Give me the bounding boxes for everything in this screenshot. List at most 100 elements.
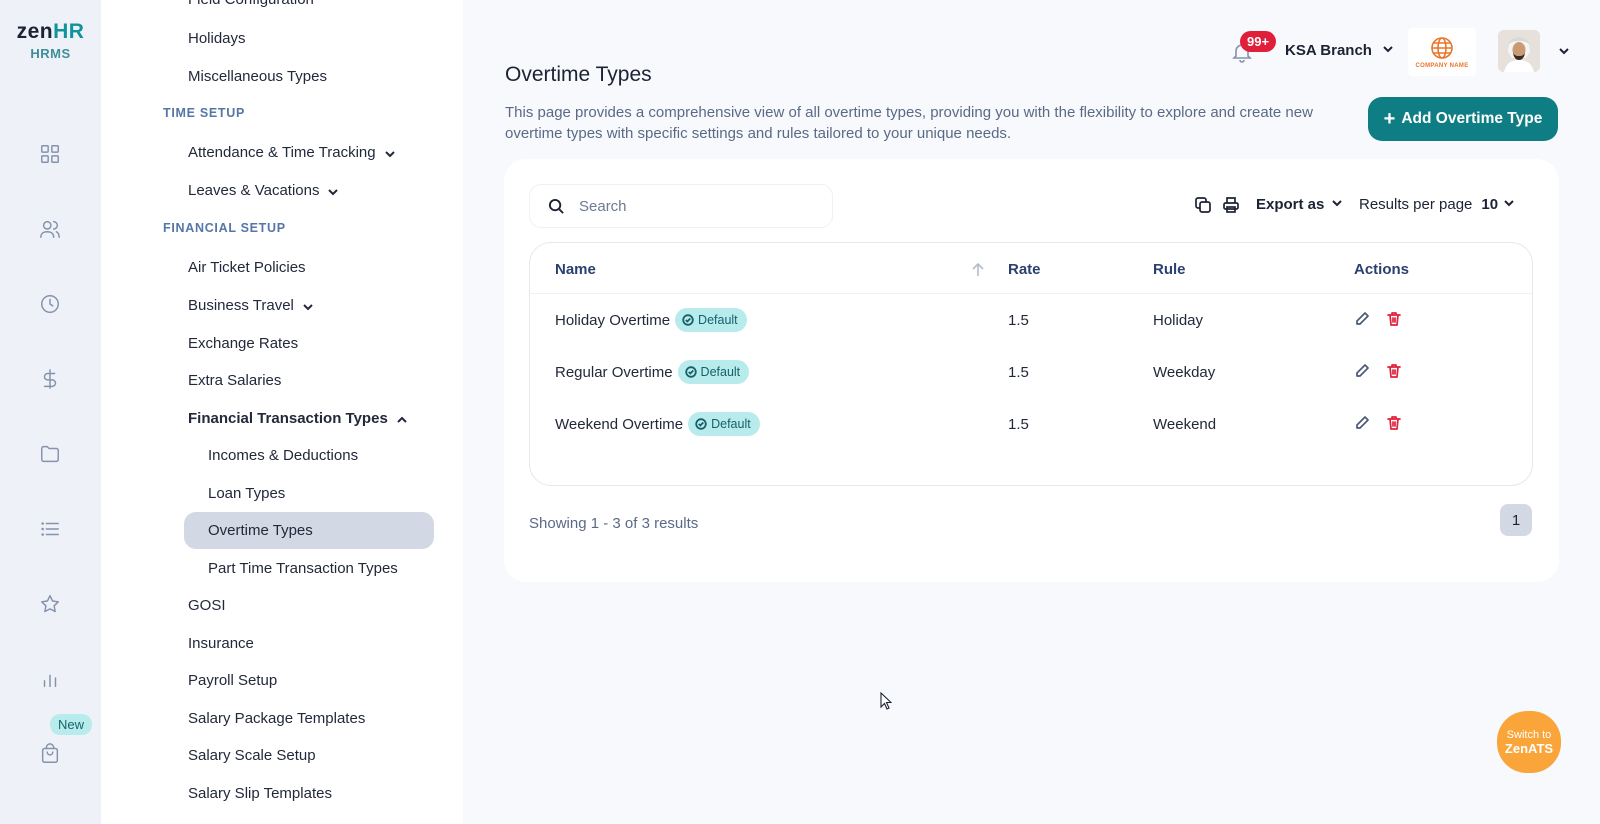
notification-badge: 99+: [1240, 31, 1277, 52]
column-header-rule: Rule: [1153, 261, 1186, 278]
edit-icon[interactable]: [1354, 415, 1372, 433]
dollar-icon[interactable]: [38, 367, 62, 391]
avatar[interactable]: [1498, 30, 1540, 72]
default-badge: Default: [677, 360, 750, 384]
menu-item-salary-slip-templates[interactable]: Salary Slip Templates: [188, 785, 332, 802]
branch-selector[interactable]: KSA Branch: [1285, 42, 1394, 59]
company-name-text: COMPANY NAME: [1415, 63, 1469, 69]
menu-item-salary-scale-setup[interactable]: Salary Scale Setup: [188, 747, 316, 764]
page-description: This page provides a comprehensive view …: [505, 104, 1313, 142]
company-logo: COMPANY NAME: [1408, 28, 1476, 76]
menu-item-insurance[interactable]: Insurance: [188, 635, 254, 652]
menu-item-financial-transaction-types[interactable]: Financial Transaction Types: [188, 410, 408, 427]
menu-item-exchange-rates[interactable]: Exchange Rates: [188, 335, 298, 352]
export-dropdown[interactable]: Export as: [1256, 196, 1343, 213]
print-icon[interactable]: [1222, 196, 1242, 216]
cell-name: Regular Overtime Default: [555, 346, 750, 398]
search-input[interactable]: [579, 197, 799, 215]
copy-icon[interactable]: [1194, 196, 1214, 216]
search-icon: [548, 198, 564, 214]
table-row: Weekend Overtime Default 1.5 Weekend: [530, 398, 1532, 450]
switch-line-2: ZenATS: [1504, 740, 1554, 756]
chevron-down-icon: [327, 185, 339, 197]
add-button-label: Add Overtime Type: [1401, 110, 1543, 127]
delete-icon[interactable]: [1386, 363, 1404, 381]
check-circle-icon: [682, 314, 694, 326]
cell-rate: 1.5: [1008, 363, 1029, 381]
pagination-page-button[interactable]: 1: [1500, 504, 1532, 536]
new-badge: New: [50, 714, 93, 735]
default-badge: Default: [675, 308, 747, 332]
user-photo: [1498, 30, 1540, 72]
shopping-bag-icon[interactable]: [38, 742, 62, 766]
section-title-time-setup: TIME SETUP: [163, 106, 246, 120]
menu-item-payroll-setup[interactable]: Payroll Setup: [188, 672, 277, 689]
chevron-down-icon: [302, 300, 314, 312]
mouse-cursor-icon: [880, 691, 893, 710]
chevron-down-icon: [1503, 196, 1515, 213]
cell-name: Holiday Overtime Default: [555, 294, 747, 346]
menu-item-loan-types[interactable]: Loan Types: [208, 485, 285, 502]
results-summary: Showing 1 - 3 of 3 results: [529, 515, 699, 532]
table-row: Regular Overtime Default 1.5 Weekday: [530, 346, 1532, 398]
dashboard-icon[interactable]: [38, 142, 62, 166]
cell-rule: Weekend: [1153, 415, 1217, 433]
switch-line-1: Switch to: [1506, 728, 1552, 741]
check-circle-icon: [684, 366, 697, 378]
profile-menu-chevron-icon[interactable]: [1558, 44, 1570, 62]
add-overtime-type-button[interactable]: + Add Overtime Type: [1368, 97, 1558, 141]
results-per-page-label: Results per page: [1359, 196, 1473, 213]
overtime-types-card: Export as Results per page 10 Name Rate …: [504, 159, 1559, 582]
chevron-down-icon: [1382, 42, 1394, 59]
menu-item-incomes-deductions[interactable]: Incomes & Deductions: [208, 447, 358, 464]
app-logo[interactable]: zenHR HRMS: [0, 20, 101, 61]
menu-item-extra-salaries[interactable]: Extra Salaries: [188, 372, 281, 389]
menu-item-overtime-types[interactable]: Overtime Types: [208, 522, 313, 539]
logo-subtitle: HRMS: [30, 46, 71, 61]
search-box[interactable]: [529, 184, 833, 228]
column-header-actions: Actions: [1354, 261, 1410, 278]
menu-item-gosi[interactable]: GOSI: [188, 597, 226, 614]
page-title: Overtime Types: [505, 63, 652, 86]
menu-item-miscellaneous-types[interactable]: Miscellaneous Types: [188, 68, 327, 85]
logo-zen: zen: [16, 20, 54, 43]
results-per-page: Results per page 10: [1359, 196, 1515, 213]
edit-icon[interactable]: [1354, 363, 1372, 381]
people-icon[interactable]: [38, 217, 62, 241]
folder-icon[interactable]: [38, 442, 62, 466]
column-header-name[interactable]: Name: [555, 261, 596, 278]
default-badge: Default: [688, 412, 760, 436]
switch-to-zenats-button[interactable]: Switch to ZenATS: [1497, 711, 1561, 773]
settings-menu: Field Configuration Holidays Miscellaneo…: [101, 0, 463, 824]
icon-rail: zenHR HRMS New: [0, 0, 101, 824]
chevron-up-icon: [396, 413, 408, 425]
results-per-page-select[interactable]: 10: [1481, 196, 1515, 213]
menu-item-air-ticket-policies[interactable]: Air Ticket Policies: [188, 259, 306, 276]
star-icon[interactable]: [38, 592, 62, 616]
cell-name: Weekend Overtime Default: [555, 398, 760, 450]
bar-chart-icon[interactable]: [38, 667, 62, 691]
menu-item-salary-package-templates[interactable]: Salary Package Templates: [188, 710, 365, 727]
menu-item-business-travel[interactable]: Business Travel: [188, 297, 314, 314]
edit-icon[interactable]: [1354, 311, 1372, 329]
list-icon[interactable]: [38, 517, 62, 541]
menu-item-leaves[interactable]: Leaves & Vacations: [188, 182, 339, 199]
chevron-down-icon: [384, 147, 396, 159]
menu-item-holidays[interactable]: Holidays: [188, 30, 246, 47]
section-title-financial-setup: FINANCIAL SETUP: [163, 221, 286, 235]
table-header: Name Rate Rule Actions: [530, 243, 1532, 294]
table-row: Holiday Overtime Default 1.5 Holiday: [530, 294, 1532, 346]
cell-rate: 1.5: [1008, 415, 1029, 433]
delete-icon[interactable]: [1386, 415, 1404, 433]
sort-arrow-up-icon[interactable]: [971, 262, 985, 278]
clock-icon[interactable]: [38, 292, 62, 316]
logo-hr: HR: [53, 20, 85, 43]
plus-icon: +: [1383, 108, 1396, 130]
cell-rate: 1.5: [1008, 311, 1029, 329]
delete-icon[interactable]: [1386, 311, 1404, 329]
check-circle-icon: [695, 418, 707, 430]
menu-item-part-time-transaction-types[interactable]: Part Time Transaction Types: [208, 560, 398, 577]
menu-item-attendance[interactable]: Attendance & Time Tracking: [188, 144, 396, 161]
cell-rule: Weekday: [1153, 363, 1216, 381]
menu-item-field-configuration[interactable]: Field Configuration: [188, 0, 314, 8]
